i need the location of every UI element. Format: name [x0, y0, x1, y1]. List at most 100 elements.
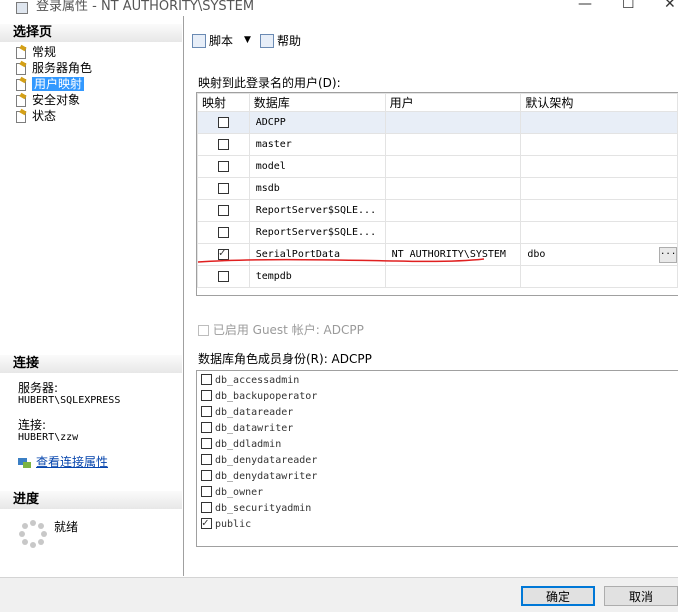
schema-cell[interactable] — [520, 111, 678, 134]
ok-button[interactable]: 确定 — [521, 586, 595, 606]
connection-value: HUBERT\zzw — [18, 432, 79, 443]
page-server-roles[interactable]: 服务器角色 — [14, 60, 92, 76]
page-icon — [14, 76, 28, 91]
schema-value: dbo — [527, 249, 546, 260]
table-row[interactable]: model — [197, 155, 678, 178]
window-title-bar: 登录属性 - NT AUTHORITY\SYSTEM — ☐ ✕ — [0, 0, 678, 16]
table-row[interactable]: ReportServer$SQLE... — [197, 221, 678, 244]
page-status[interactable]: 状态 — [14, 108, 56, 124]
database-cell: ReportServer$SQLE... — [248, 199, 386, 222]
role-checkbox[interactable] — [201, 438, 212, 449]
progress-status: 就绪 — [54, 520, 79, 534]
map-checkbox[interactable] — [217, 204, 229, 216]
database-cell: ReportServer$SQLE... — [248, 221, 386, 244]
maximize-button[interactable]: ☐ — [622, 0, 635, 12]
guest-label: 已启用 Guest 帐户: ADCPP — [212, 323, 364, 337]
database-cell: msdb — [248, 177, 386, 200]
database-cell: master — [248, 133, 386, 156]
role-checkbox[interactable] — [201, 486, 212, 497]
script-icon — [192, 34, 206, 48]
list-item[interactable]: db_backupoperator — [201, 389, 317, 405]
list-item[interactable]: public — [201, 515, 251, 533]
col-database[interactable]: 数据库 — [248, 93, 386, 112]
minimize-button[interactable]: — — [578, 0, 592, 12]
view-connection-properties-link[interactable]: 查看连接属性 — [18, 453, 108, 470]
window-title: 登录属性 - NT AUTHORITY\SYSTEM — [36, 0, 255, 14]
role-checkbox[interactable] — [201, 374, 212, 385]
schema-cell[interactable]: dbo ... — [520, 243, 678, 266]
user-cell[interactable] — [384, 111, 522, 134]
red-underline-annotation — [197, 258, 485, 263]
table-row[interactable]: msdb — [197, 177, 678, 200]
schema-browse-button[interactable]: ... — [659, 247, 677, 263]
list-item[interactable]: db_ddladmin — [201, 437, 281, 453]
user-mapping-label: 映射到此登录名的用户(D): — [198, 76, 341, 90]
user-cell[interactable] — [384, 155, 522, 178]
help-button[interactable]: 帮助 — [260, 32, 301, 49]
col-default-schema[interactable]: 默认架构 — [520, 93, 678, 112]
schema-cell[interactable] — [520, 221, 678, 244]
server-value: HUBERT\SQLEXPRESS — [18, 395, 121, 406]
map-checkbox[interactable] — [217, 138, 229, 150]
schema-cell[interactable] — [520, 265, 678, 288]
role-checkbox[interactable] — [201, 502, 212, 513]
connection-label: 连接: — [18, 418, 47, 432]
schema-cell[interactable] — [520, 133, 678, 156]
schema-cell[interactable] — [520, 199, 678, 222]
user-cell[interactable] — [384, 133, 522, 156]
script-button[interactable]: 脚本 — [192, 32, 233, 49]
guest-account-option: 已启用 Guest 帐户: ADCPP — [198, 321, 364, 338]
map-checkbox[interactable] — [217, 116, 229, 128]
role-checkbox[interactable] — [201, 406, 212, 417]
server-label: 服务器: — [18, 381, 59, 395]
cancel-button[interactable]: 取消 — [604, 586, 678, 606]
map-checkbox[interactable] — [217, 226, 229, 238]
list-item[interactable]: db_owner — [201, 485, 263, 501]
list-item[interactable]: db_accessadmin — [201, 373, 299, 389]
map-checkbox[interactable] — [217, 270, 229, 282]
list-item[interactable]: db_securityadmin — [201, 501, 311, 517]
role-checkbox[interactable] — [201, 470, 212, 481]
role-checkbox[interactable] — [201, 454, 212, 465]
help-icon — [260, 34, 274, 48]
script-dropdown-arrow[interactable]: ▼ — [244, 35, 251, 45]
left-pane: 选择页 常规 服务器角色 用户映射 安全对象 状态 连接 服务器: HUBERT… — [0, 16, 184, 576]
map-checkbox[interactable] — [217, 160, 229, 172]
guest-checkbox — [198, 325, 209, 336]
user-cell[interactable] — [384, 199, 522, 222]
grid-header-row: 映射 数据库 用户 默认架构 — [197, 93, 678, 112]
page-user-mapping[interactable]: 用户映射 — [14, 76, 85, 92]
table-row[interactable]: master — [197, 133, 678, 156]
page-icon — [14, 60, 28, 75]
list-item[interactable]: db_datareader — [201, 405, 293, 421]
list-item[interactable]: db_denydatareader — [201, 453, 317, 469]
schema-cell[interactable] — [520, 177, 678, 200]
page-securables[interactable]: 安全对象 — [14, 92, 80, 108]
col-user[interactable]: 用户 — [384, 93, 522, 112]
user-cell[interactable] — [384, 221, 522, 244]
page-icon — [14, 108, 28, 123]
database-cell: model — [248, 155, 386, 178]
list-item[interactable]: db_datawriter — [201, 421, 293, 437]
role-membership-label: 数据库角色成员身份(R): ADCPP — [198, 352, 372, 366]
toolbar: 脚本 ▼ 帮助 — [184, 22, 678, 62]
page-icon — [14, 44, 28, 59]
select-page-header: 选择页 — [0, 24, 182, 42]
close-button[interactable]: ✕ — [664, 0, 676, 12]
list-item[interactable]: db_denydatawriter — [201, 469, 317, 485]
role-checkbox[interactable] — [201, 390, 212, 401]
page-icon — [14, 92, 28, 107]
table-row[interactable]: ReportServer$SQLE... — [197, 199, 678, 222]
connection-header: 连接 — [0, 355, 182, 373]
role-checkbox[interactable] — [201, 515, 212, 531]
connection-properties-icon — [18, 456, 32, 468]
role-checkbox[interactable] — [201, 422, 212, 433]
table-row[interactable]: ADCPP — [197, 111, 678, 134]
progress-header: 进度 — [0, 491, 182, 509]
page-general[interactable]: 常规 — [14, 44, 56, 60]
window-icon — [16, 2, 28, 14]
col-map[interactable]: 映射 — [197, 93, 250, 112]
user-cell[interactable] — [384, 177, 522, 200]
map-checkbox[interactable] — [217, 182, 229, 194]
schema-cell[interactable] — [520, 155, 678, 178]
